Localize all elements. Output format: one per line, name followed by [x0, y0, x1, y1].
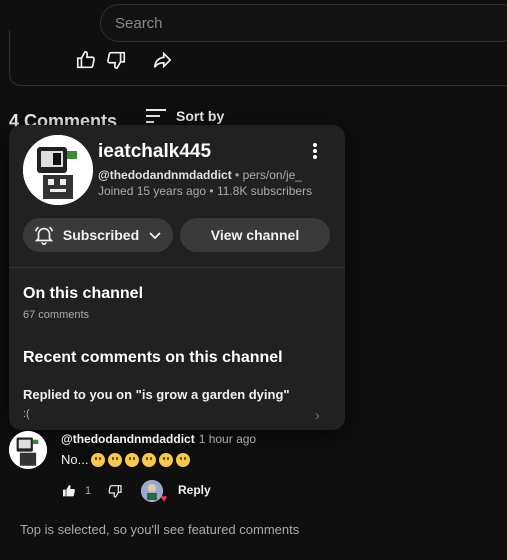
bell-icon [34, 226, 54, 245]
divider [9, 267, 345, 268]
like-filled-icon[interactable] [61, 483, 77, 499]
channel-hovercard: ieatchalk445 @thedodandnmdaddict • pers/… [9, 125, 345, 430]
comment-text: No... [61, 452, 191, 467]
sad-emoji-icon [142, 452, 157, 467]
comment-actions: 1 ♥ [61, 480, 167, 505]
comment-author-name: @thedodandnmdaddict [61, 432, 195, 446]
channel-meta: Joined 15 years ago • 11.8K subscribers [98, 184, 313, 198]
recent-comment-title[interactable]: Replied to you on "is grow a garden dyin… [23, 387, 290, 402]
comment-author[interactable]: @thedodandnmdaddict 1 hour ago [61, 432, 256, 446]
sort-by-button[interactable]: Sort by [146, 108, 224, 124]
creator-heart-avatar: ♥ [141, 480, 167, 505]
on-channel-count: 67 comments [23, 309, 90, 321]
share-icon[interactable] [150, 48, 174, 72]
like-icon[interactable] [74, 48, 98, 72]
chevron-right-icon[interactable]: › [315, 407, 320, 423]
sort-by-label: Sort by [176, 108, 225, 124]
channel-name[interactable]: ieatchalk445 [98, 141, 211, 163]
handle-extra: • pers/on/je_ [235, 168, 302, 182]
comment-time: 1 hour ago [198, 432, 257, 446]
sad-emoji-icon [176, 452, 191, 467]
on-channel-title: On this channel [23, 285, 144, 302]
more-options-icon[interactable] [307, 141, 323, 161]
comment-avatar[interactable] [9, 431, 47, 469]
heart-icon: ♥ [160, 493, 168, 505]
sad-emoji-icon [125, 452, 140, 467]
sort-info-text: Top is selected, so you'll see featured … [20, 522, 300, 537]
subscribed-label: Subscribed [62, 227, 140, 243]
like-count: 1 [85, 485, 92, 497]
reply-button[interactable]: Reply [178, 483, 211, 497]
dislike-icon[interactable] [107, 483, 123, 499]
view-channel-button[interactable]: View channel [180, 218, 330, 252]
comment-body: No... [61, 452, 89, 467]
handle-text: @thedodandnmdaddict [98, 168, 232, 182]
sort-icon [146, 109, 166, 123]
chevron-down-icon [149, 232, 161, 240]
channel-handle: @thedodandnmdaddict • pers/on/je_ [98, 168, 302, 182]
sad-emoji-icon [108, 452, 123, 467]
dislike-icon[interactable] [104, 48, 128, 72]
search-placeholder: Search [115, 14, 163, 32]
recent-comments-title: Recent comments on this channel [23, 349, 283, 366]
sad-emoji-icon [159, 452, 174, 467]
subscribed-button[interactable]: Subscribed [23, 218, 173, 252]
recent-comment-text: :( [23, 408, 30, 420]
sad-emoji-icon [91, 452, 106, 467]
channel-avatar[interactable] [23, 135, 93, 205]
